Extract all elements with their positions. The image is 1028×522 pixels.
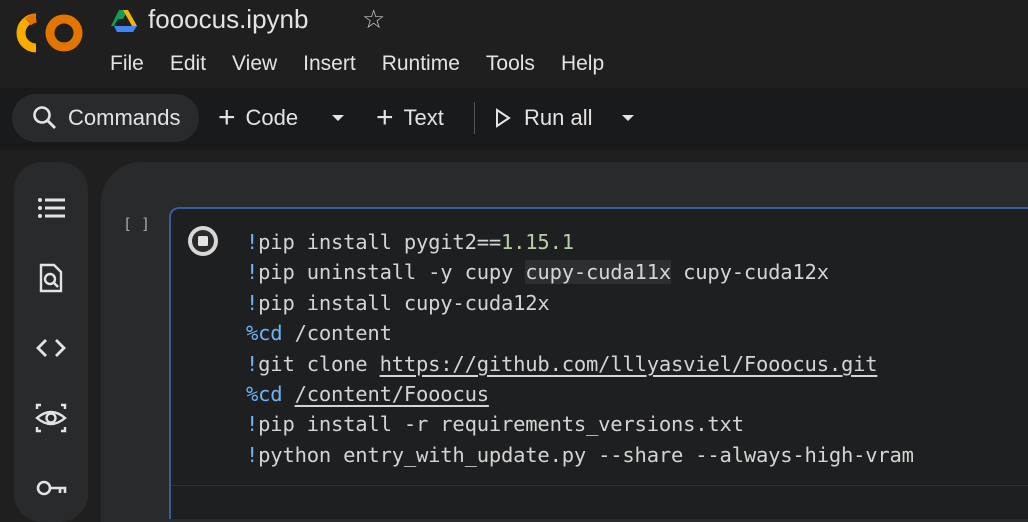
code-token: ! [246,412,259,437]
code-line: !pip install pygit2==1.15.1 [246,227,914,257]
code-line: %cd /content/Fooocus [246,379,914,409]
menu-view[interactable]: View [219,50,290,78]
run-all-label: Run all [524,105,593,130]
code-token: pip install pygit2== [258,230,501,254]
code-snippets-icon[interactable] [35,332,67,364]
menu-runtime[interactable]: Runtime [369,50,473,78]
code-line: !pip install -r requirements_versions.tx… [246,409,914,439]
code-line: !git clone https://github.com/lllyasviel… [246,349,914,379]
notebook-title[interactable]: fooocus.ipynb [148,2,308,36]
code-token: 1.15.1 [501,230,574,254]
toolbar: Commands + Code + Text Run all [0,88,1028,150]
menu-tools[interactable]: Tools [473,50,548,78]
menu-file[interactable]: File [110,50,157,78]
stop-cell-button[interactable] [187,225,219,257]
run-all-button[interactable]: Run all [494,94,592,142]
code-token[interactable]: /content/Fooocus [295,382,489,406]
secrets-key-icon[interactable] [35,472,67,504]
code-token: ! [246,290,259,315]
code-token: ! [246,260,259,285]
code-token[interactable]: https://github.com/lllyasviel/Fooocus.gi… [380,352,878,376]
code-token: pip install cupy-cuda12x [258,290,550,315]
execution-count: [ ] [123,215,151,233]
code-line: %cd /content [246,318,914,348]
add-code-button[interactable]: + Code [218,94,298,142]
plus-icon: + [376,101,394,134]
code-line: !pip uninstall -y cupy cupy-cuda11x cupy… [246,257,914,287]
code-token: git clone [258,351,380,376]
plus-icon: + [218,101,236,134]
code-token: /content [282,321,392,346]
code-token: ! [246,442,259,467]
commands-button[interactable]: Commands [12,94,199,142]
add-code-dropdown[interactable] [330,94,346,142]
code-line: !pip install cupy-cuda12x [246,288,914,318]
menu-bar: File Edit View Insert Runtime Tools Help [110,50,617,78]
star-icon[interactable]: ☆ [362,2,385,36]
run-all-dropdown[interactable] [620,94,636,142]
code-token: pip install -r requirements_versions.txt [258,412,744,437]
toolbar-divider [474,102,475,134]
code-token: %cd [246,382,283,407]
code-token: pip uninstall -y cupy [258,260,526,285]
table-of-contents-icon[interactable] [35,192,67,224]
play-icon [496,108,511,128]
menu-insert[interactable]: Insert [290,50,369,78]
code-line: !python entry_with_update.py --share --a… [246,440,914,470]
add-text-button[interactable]: + Text [376,94,444,142]
menu-edit[interactable]: Edit [157,50,219,78]
code-token: %cd [246,321,283,346]
code-token: cupy-cuda11x [525,260,671,285]
code-token: ! [246,230,259,254]
find-replace-icon[interactable] [35,262,67,294]
cell-divider [171,485,1028,486]
code-token: python entry_with_update.py --share --al… [258,442,914,467]
side-panel-rail [14,162,88,522]
code-label: Code [245,105,299,130]
caret-down-icon [332,115,344,121]
colab-logo[interactable] [16,10,86,56]
search-icon [33,106,56,129]
text-label: Text [403,105,444,130]
code-token: cupy-cuda12x [671,260,829,285]
caret-down-icon [622,115,634,121]
variables-icon[interactable] [35,402,67,434]
menu-help[interactable]: Help [548,50,617,78]
code-token: ! [246,351,259,376]
commands-label: Commands [68,105,181,130]
google-drive-icon[interactable] [110,6,138,34]
code-editor[interactable]: !pip install pygit2==1.15.1 !pip uninstal… [246,227,914,470]
